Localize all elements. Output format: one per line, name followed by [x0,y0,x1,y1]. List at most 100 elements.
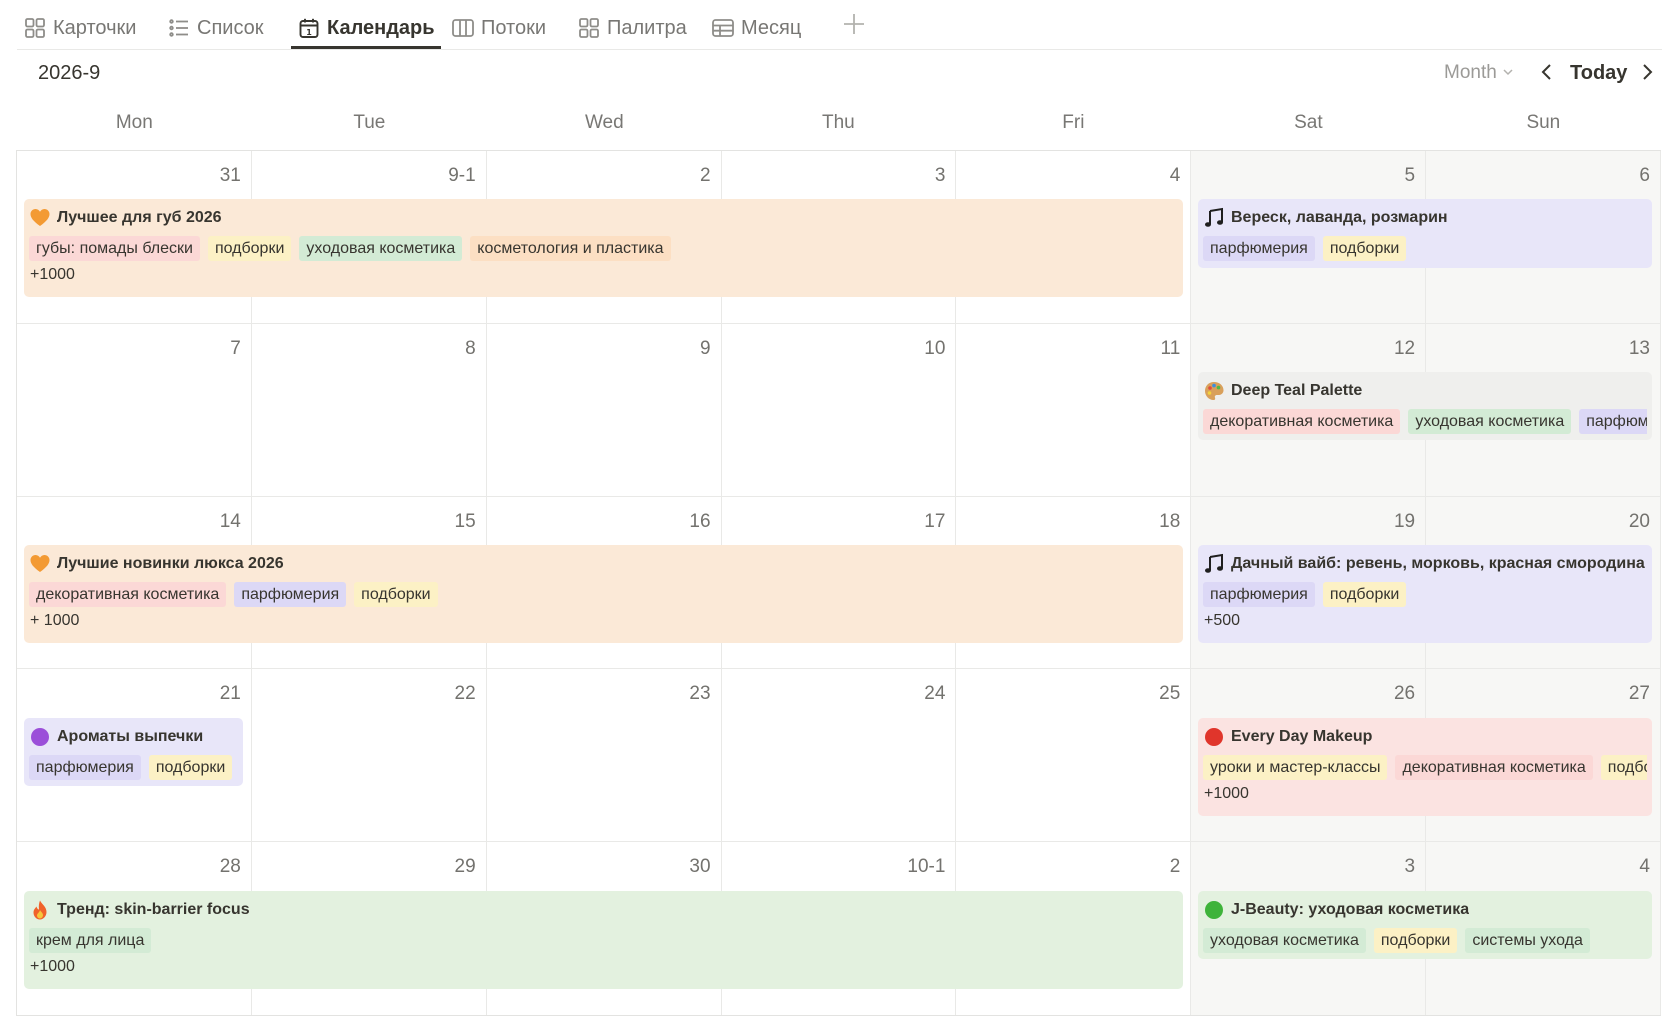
event-chip[interactable]: Ароматы выпечки парфюмерия подборки [24,718,243,786]
event-title-row: Лучшие новинки люкса 2026 [29,553,1178,575]
day-cell[interactable]: 10 [721,323,957,497]
tab-label: Карточки [53,16,137,39]
tab-list[interactable]: Список [167,10,264,46]
tag-badge: системы ухода [1465,928,1590,953]
day-cell[interactable]: 23 [486,669,722,843]
tag-badge: уходовая косметика [299,236,463,261]
columns-icon [451,16,475,40]
tab-streams[interactable]: Потоки [451,10,546,46]
event-title: Лучшие новинки люкса 2026 [57,555,284,572]
day-number: 4 [1639,856,1650,878]
current-period: 2026-9 [38,62,101,84]
chevron-right-icon [1640,63,1654,86]
day-cell[interactable]: 24 [721,669,957,843]
day-number: 30 [689,856,711,878]
next-month-button[interactable] [1635,62,1659,86]
event-tags: губы: помады блески подборки уходовая косм… [29,236,1178,261]
chevron-down-icon [1502,62,1514,84]
day-cell[interactable]: 9 [486,323,722,497]
grid-icon [577,16,601,40]
tag-badge: подборки [1322,236,1407,261]
day-cell[interactable]: 22 [251,669,487,843]
event-title-row: Лучшее для губ 2026 [29,207,1178,229]
music-note-icon [1203,207,1225,229]
event-tags: крем для лица [29,928,1178,953]
day-number: 20 [1628,510,1650,532]
list-icon [167,16,191,40]
grid-icon [23,16,47,40]
event-chip[interactable]: Deep Teal Palette декоративная косметика у… [1198,372,1652,440]
event-chip[interactable]: J-Beauty: уходовая косметика уходовая кос… [1198,891,1652,959]
event-title: Вереск, лаванда, розмарин [1231,209,1448,226]
tag-badge: декоративная косметика [29,582,227,607]
day-number: 13 [1628,337,1650,359]
event-tags: парфюмерия подборки [1203,582,1647,607]
tag-badge: подборки [207,236,292,261]
event-tags: декоративная косметика парфюмерия подборки [29,582,1178,607]
plus-icon [842,12,866,41]
weekday-header: Fri [1062,112,1085,133]
event-tags: парфюмерия подборки [29,755,238,780]
more-count: +1000 [30,266,75,283]
day-number: 31 [219,165,241,186]
view-mode-label: Month [1444,62,1497,83]
day-cell[interactable]: 8 [251,323,487,497]
tag-badge: парфюмерия [1579,409,1647,434]
tag-badge: подборки [148,755,233,780]
day-number: 5 [1404,165,1416,186]
day-number: 10-1 [907,856,946,878]
tag-badge: парфюмерия [1203,582,1315,607]
day-cell[interactable]: 11 [956,323,1192,497]
tab-label: Месяц [741,16,802,39]
day-number: 23 [689,683,711,705]
tab-label: Календарь [327,16,435,39]
more-count: +1000 [1204,785,1249,802]
tab-label: Потоки [481,16,547,39]
tag-badge: уходовая косметика [1203,928,1366,953]
tab-cards[interactable]: Карточки [23,10,136,46]
event-title: Лучшее для губ 2026 [57,209,222,226]
day-number: 7 [230,337,241,359]
view-tabs: Карточки Список 1 Календарь Потоки Палит… [17,0,1662,50]
tag-badge: парфюмерия [1203,236,1315,261]
day-number: 4 [1169,165,1181,186]
event-tags: декоративная косметика уходовая косметика… [1203,409,1647,434]
tab-calendar[interactable]: 1 Календарь [291,10,441,49]
tag-badge: косметология и пластика [470,236,671,261]
day-number: 2 [699,165,711,186]
day-number: 29 [454,856,476,878]
event-chip[interactable]: Тренд: skin-barrier focus крем для лица +1… [24,891,1183,989]
day-number: 15 [454,510,476,532]
event-title: Дачный вайб: ревень, морковь, красная см… [1231,555,1645,572]
palette-icon [1203,380,1225,402]
svg-text:1: 1 [306,28,312,37]
event-chip[interactable]: Лучшее для губ 2026 губы: помады блески по… [24,199,1183,297]
more-count: + 1000 [30,612,80,629]
event-title: Тренд: skin-barrier focus [57,901,250,918]
day-number: 27 [1628,683,1650,705]
weekday-header: Sat [1294,112,1323,133]
tab-label: Список [197,16,264,39]
event-title-row: Deep Teal Palette [1203,380,1647,402]
day-cell[interactable]: 7 [17,323,252,497]
event-title-row: Ароматы выпечки [29,726,238,748]
day-number: 18 [1159,510,1181,532]
more-count: +500 [1204,612,1241,629]
day-cell[interactable]: 25 [956,669,1192,843]
event-tags: уходовая косметика подборки системы ухода [1203,928,1647,953]
event-chip[interactable]: Дачный вайб: ревень, морковь, красная см… [1198,545,1652,643]
view-mode-select[interactable]: Month [1444,62,1514,84]
tag-badge: декоративная косметика [1203,409,1401,434]
today-button[interactable]: Today [1570,62,1627,85]
prev-month-button[interactable] [1535,62,1559,86]
tag-badge: подборки [354,582,438,607]
event-chip[interactable]: Лучшие новинки люкса 2026 декоративная ко… [24,545,1183,643]
add-view-button[interactable] [840,12,868,40]
event-chip[interactable]: Вереск, лаванда, розмарин парфюмерия подбо… [1198,199,1652,268]
tab-palette[interactable]: Палитра [577,10,687,46]
event-chip[interactable]: Every Day Makeup уроки и мастер-классы дек… [1198,718,1652,816]
event-title: Deep Teal Palette [1231,382,1363,399]
tab-label: Палитра [607,16,687,39]
tab-month[interactable]: Месяц [711,10,801,46]
day-number: 17 [924,510,946,532]
